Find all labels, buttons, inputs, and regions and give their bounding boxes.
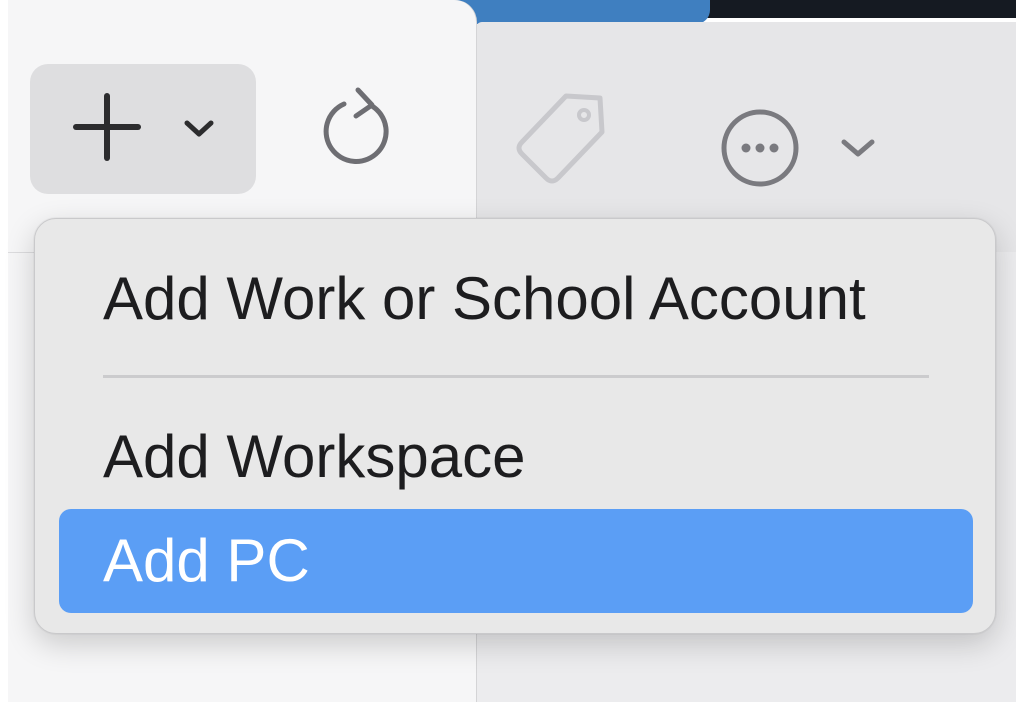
refresh-icon[interactable] [318, 86, 398, 170]
chevron-down-icon[interactable] [838, 136, 878, 162]
plus-icon [72, 92, 142, 162]
window-edge [0, 0, 8, 702]
menu-item-add-work-or-school-account[interactable]: Add Work or School Account [59, 247, 973, 351]
menu-separator [103, 375, 929, 378]
menu-item-label: Add Work or School Account [103, 265, 866, 332]
tag-icon[interactable] [508, 88, 612, 192]
add-dropdown-menu: Add Work or School Account Add Workspace… [34, 218, 996, 634]
app-window: Add Work or School Account Add Workspace… [0, 0, 1016, 702]
menu-item-add-pc[interactable]: Add PC [59, 509, 973, 613]
menu-item-add-workspace[interactable]: Add Workspace [59, 405, 973, 509]
menu-item-label: Add Workspace [103, 423, 526, 490]
menu-item-label: Add PC [103, 527, 310, 594]
add-button[interactable] [30, 64, 256, 194]
chevron-down-icon[interactable] [182, 118, 216, 140]
background-window-tab [450, 0, 710, 24]
ellipsis-circle-icon[interactable] [718, 106, 802, 190]
